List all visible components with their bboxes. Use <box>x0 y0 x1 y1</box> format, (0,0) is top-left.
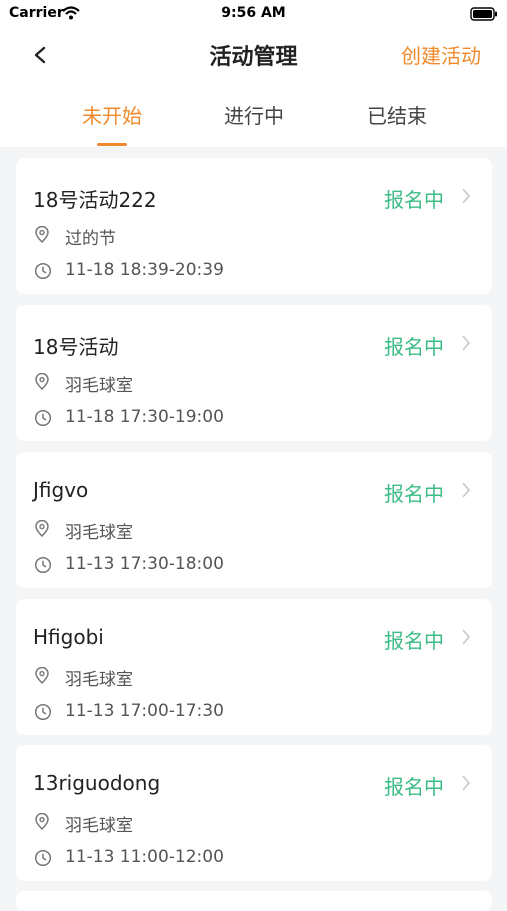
create-activity-button[interactable]: 创建活动 <box>401 40 481 69</box>
chevron-right-icon <box>460 774 472 796</box>
activity-status-badge: 报名中 <box>384 188 444 212</box>
activity-time: 11-13 17:00-17:30 <box>65 701 224 721</box>
activity-location: 过的节 <box>65 229 116 249</box>
tab-bar: 未开始 进行中 已结束 <box>0 80 507 147</box>
activity-title: 18号活动 <box>33 335 119 359</box>
chevron-right-icon <box>460 481 472 503</box>
activity-location: 羽毛球室 <box>65 670 133 690</box>
location-pin-icon <box>34 812 50 835</box>
activity-status-badge: 报名中 <box>384 629 444 653</box>
chevron-right-icon <box>460 628 472 650</box>
active-tab-indicator <box>97 143 127 146</box>
tab-not-started[interactable]: 未开始 <box>52 100 172 129</box>
activity-location: 羽毛球室 <box>65 523 133 543</box>
activity-card-partial[interactable] <box>16 891 492 911</box>
activity-status-badge: 报名中 <box>384 775 444 799</box>
activity-card[interactable]: 13riguodong 报名中 羽毛球室 11-13 11:00-12:00 <box>16 745 492 881</box>
location-pin-icon <box>34 225 50 248</box>
clock-icon <box>34 556 52 578</box>
nav-bar: 活动管理 创建活动 <box>0 30 507 80</box>
activity-title: Hfigobi <box>33 625 104 649</box>
clock-icon <box>34 703 52 725</box>
activity-title: Jfigvo <box>33 478 89 502</box>
location-pin-icon <box>34 372 50 395</box>
activity-status-badge: 报名中 <box>384 335 444 359</box>
activity-card[interactable]: Jfigvo 报名中 羽毛球室 11-13 17:30-18:00 <box>16 452 492 588</box>
activity-status-badge: 报名中 <box>384 482 444 506</box>
activity-location: 羽毛球室 <box>65 816 133 836</box>
activity-time: 11-13 11:00-12:00 <box>65 847 224 867</box>
location-pin-icon <box>34 666 50 689</box>
activity-title: 13riguodong <box>33 771 161 795</box>
chevron-right-icon <box>460 187 472 209</box>
activity-card[interactable]: Hfigobi 报名中 羽毛球室 11-13 17:00-17:30 <box>16 599 492 735</box>
activity-location: 羽毛球室 <box>65 376 133 396</box>
clock-time: 9:56 AM <box>221 5 286 21</box>
clock-icon <box>34 849 52 871</box>
location-pin-icon <box>34 519 50 542</box>
activity-card[interactable]: 18号活动 报名中 羽毛球室 11-18 17:30-19:00 <box>16 305 492 441</box>
tab-in-progress[interactable]: 进行中 <box>194 100 314 129</box>
activity-card[interactable]: 18号活动222 报名中 过的节 11-18 18:39-20:39 <box>16 158 492 294</box>
clock-icon <box>34 409 52 431</box>
activity-time: 11-13 17:30-18:00 <box>65 554 224 574</box>
activity-time: 11-18 18:39-20:39 <box>65 260 224 280</box>
battery-icon <box>470 6 498 25</box>
tab-ended[interactable]: 已结束 <box>337 100 457 129</box>
status-bar: Carrier 9:56 AM <box>0 0 507 30</box>
chevron-right-icon <box>460 334 472 356</box>
activity-time: 11-18 17:30-19:00 <box>65 407 224 427</box>
activity-title: 18号活动222 <box>33 188 157 212</box>
clock-icon <box>34 262 52 284</box>
